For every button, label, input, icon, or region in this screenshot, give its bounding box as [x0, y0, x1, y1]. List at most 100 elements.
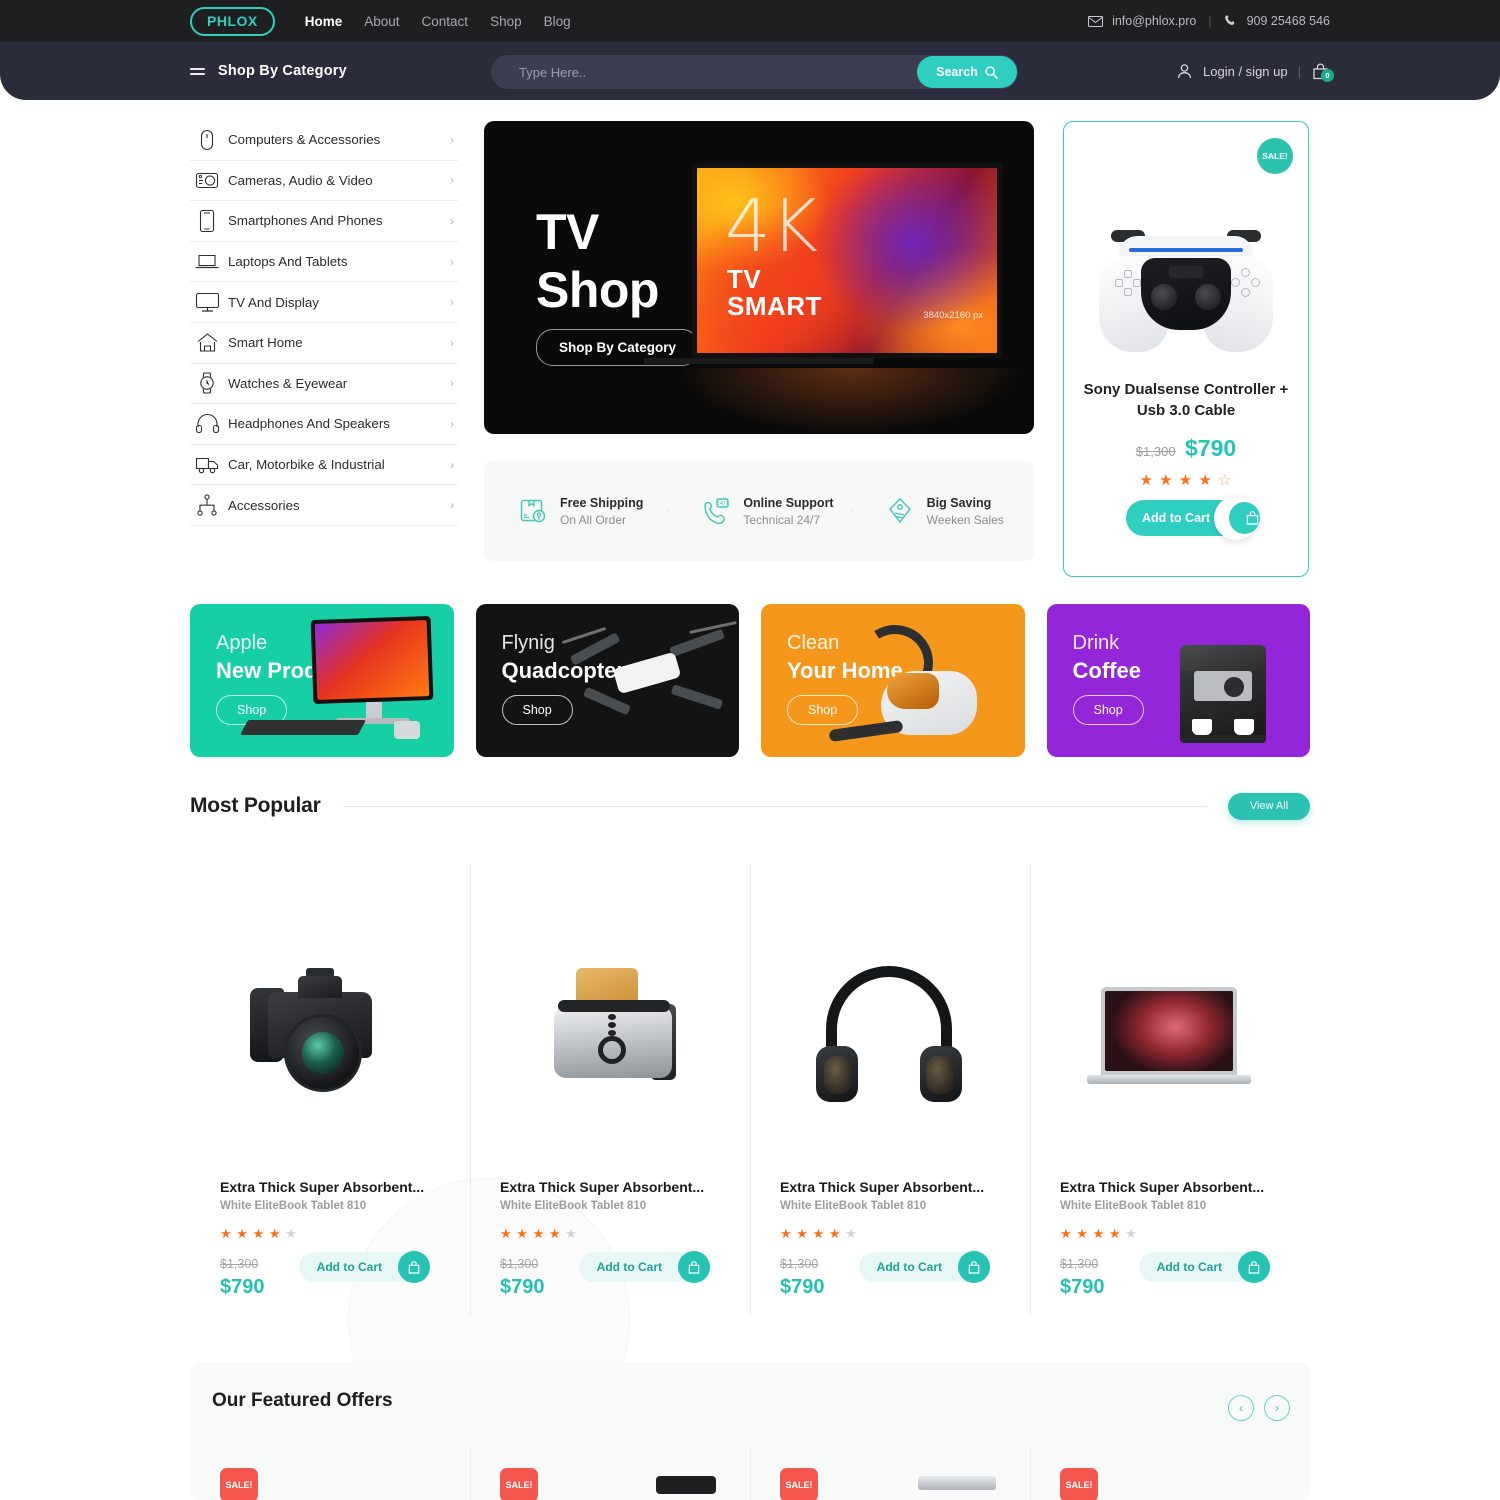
nav-item-contact[interactable]: Contact	[422, 14, 469, 29]
star-filled: ★	[220, 1226, 233, 1241]
tv-glow	[674, 368, 1024, 434]
star-filled: ★	[548, 1226, 561, 1241]
smartphone-icon	[190, 209, 224, 233]
product-subtitle: White EliteBook Tablet 810	[500, 1200, 647, 1212]
nav-item-blog[interactable]: Blog	[544, 14, 571, 29]
user-icon[interactable]	[1176, 63, 1193, 80]
star-empty: ★	[285, 1226, 298, 1241]
top-navigation-bar: PHLOX Home About Contact Shop Blog info@…	[0, 0, 1500, 42]
header-phone[interactable]: 909 25468 546	[1247, 14, 1330, 28]
tv-smart-line2: SMART	[727, 290, 822, 321]
product-image	[470, 922, 750, 1142]
product-new-price: $790	[500, 1276, 545, 1298]
nav-item-home[interactable]: Home	[305, 14, 343, 29]
nav-item-shop[interactable]: Shop	[490, 14, 522, 29]
sidebar-item-laptops-and-tablets[interactable]: Laptops And Tablets ›	[190, 242, 458, 283]
feature-big-saving: Big Saving Weeken Sales	[850, 496, 1034, 527]
sidebar-item-smart-home[interactable]: Smart Home ›	[190, 323, 458, 364]
search-bar[interactable]: Search	[491, 55, 1018, 89]
product-rating: ★ ★ ★ ★ ★	[220, 1226, 297, 1242]
add-to-cart-button[interactable]: Add to Cart	[578, 1251, 710, 1283]
page-root: PHLOX Home About Contact Shop Blog info@…	[0, 0, 1500, 1500]
offer-card[interactable]: SALE!	[750, 1448, 1030, 1500]
sidebar-item-car-motorbike-industrial[interactable]: Car, Motorbike & Industrial ›	[190, 445, 458, 486]
sidebar-item-label: Headphones And Speakers	[228, 416, 390, 432]
featured-product-card[interactable]: SALE! Sony Dualsense Controller + Usb 3.…	[1063, 121, 1309, 577]
product-old-price: $1,300	[1060, 1257, 1099, 1271]
chevron-right-icon: ›	[450, 213, 454, 228]
sidebar-item-smartphones-and-phones[interactable]: Smartphones And Phones ›	[190, 201, 458, 242]
carousel-next-button[interactable]: ›	[1264, 1395, 1290, 1421]
featured-add-to-cart-button[interactable]: Add to Cart	[1126, 496, 1260, 540]
nav-item-about[interactable]: About	[364, 14, 399, 29]
sidebar-item-watches-eyewear[interactable]: Watches & Eyewear ›	[190, 364, 458, 405]
hero-title-line1: TV	[536, 204, 599, 260]
hamburger-menu-icon[interactable]	[190, 67, 205, 75]
sale-badge: SALE!	[220, 1468, 258, 1500]
featured-product-price: $1,300 $790	[1064, 435, 1308, 462]
feature-title: Big Saving	[926, 495, 992, 510]
sidebar-item-label: Smartphones And Phones	[228, 213, 383, 229]
headphones-art	[810, 960, 970, 1105]
product-card-toaster[interactable]: Extra Thick Super Absorbent... White Eli…	[470, 864, 750, 1316]
laptop-icon	[190, 252, 224, 271]
new-price: $790	[1185, 435, 1237, 461]
sidebar-item-tv-and-display[interactable]: TV And Display ›	[190, 282, 458, 323]
view-all-button[interactable]: View All	[1228, 792, 1310, 820]
tv-resolution-label: 3840x2160 px	[923, 310, 983, 321]
carousel-prev-button[interactable]: ‹	[1228, 1395, 1254, 1421]
banner-drink-coffee[interactable]: Drink Coffee Shop	[1046, 604, 1310, 757]
search-button[interactable]: Search	[917, 56, 1017, 88]
banner-apple-new-product[interactable]: Apple New Product Shop	[190, 604, 454, 757]
sidebar-item-accessories[interactable]: Accessories ›	[190, 485, 458, 526]
product-image-dualsense-controller	[1064, 174, 1308, 409]
cart-count-badge: 0	[1321, 68, 1334, 82]
star-filled: ★	[1159, 472, 1174, 489]
star-filled: ★	[516, 1226, 529, 1241]
product-new-price: $790	[220, 1276, 265, 1298]
header-email[interactable]: info@phlox.pro	[1112, 14, 1196, 28]
add-to-cart-button[interactable]: Add to Cart	[298, 1251, 430, 1283]
product-card-laptop[interactable]: Extra Thick Super Absorbent... White Eli…	[1030, 864, 1310, 1316]
site-logo[interactable]: PHLOX	[190, 6, 275, 36]
offer-card[interactable]: SALE!	[1030, 1448, 1310, 1500]
add-to-cart-button[interactable]: Add to Cart	[1138, 1251, 1270, 1283]
offer-card[interactable]: SALE!	[470, 1448, 750, 1500]
product-card-headphones[interactable]: Extra Thick Super Absorbent... White Eli…	[750, 864, 1030, 1316]
star-filled: ★	[1139, 472, 1154, 489]
banner-flynig-quadcopter[interactable]: Flynig Quadcopter Shop	[475, 604, 739, 757]
sidebar-item-computers-accessories[interactable]: Computers & Accessories ›	[190, 120, 458, 161]
login-signup-link[interactable]: Login / sign up	[1203, 64, 1288, 79]
offer-card[interactable]: SALE!	[190, 1448, 470, 1500]
hero-banner[interactable]: TV Shop Shop By Category 4K TV SMART 384…	[484, 121, 1034, 434]
star-filled: ★	[252, 1226, 265, 1241]
cart-button[interactable]: 0	[1311, 62, 1334, 82]
feature-text: Big Saving Weeken Sales	[927, 496, 1004, 527]
vacuum-art	[828, 604, 1025, 757]
phone-icon	[1224, 14, 1238, 28]
product-subtitle: White EliteBook Tablet 810	[780, 1200, 927, 1212]
add-to-cart-button[interactable]: Add to Cart	[858, 1251, 990, 1283]
headphones-icon	[190, 413, 224, 434]
star-empty: ☆	[1218, 472, 1233, 489]
coffee-machine-art	[1144, 604, 1310, 757]
chevron-right-icon: ›	[450, 173, 454, 188]
monitor-icon	[190, 292, 224, 313]
phone-24-7-icon: 24/7	[701, 496, 731, 526]
shop-by-category-button[interactable]: Shop By Category	[190, 63, 347, 79]
banner-clean-your-home[interactable]: Clean Your Home Shop	[761, 604, 1025, 757]
shop-by-category-label: Shop By Category	[218, 63, 347, 79]
sale-badge: SALE!	[500, 1468, 538, 1500]
imac-art	[239, 604, 454, 757]
banner-shop-button[interactable]: Shop	[1072, 695, 1144, 725]
banner-shop-button[interactable]: Shop	[501, 695, 573, 725]
sidebar-item-label: Watches & Eyewear	[228, 375, 348, 391]
feature-free-shipping: Free Shipping On All Order	[484, 496, 667, 527]
banner-shop-button[interactable]: Shop	[787, 695, 859, 725]
sidebar-item-cameras-audio-video[interactable]: Cameras, Audio & Video ›	[190, 161, 458, 202]
product-card-camera[interactable]: Extra Thick Super Absorbent... White Eli…	[190, 864, 470, 1316]
product-name: Extra Thick Super Absorbent...	[1060, 1179, 1265, 1195]
product-name: Extra Thick Super Absorbent...	[780, 1179, 985, 1195]
sidebar-item-headphones-and-speakers[interactable]: Headphones And Speakers ›	[190, 404, 458, 445]
star-filled: ★	[236, 1226, 249, 1241]
